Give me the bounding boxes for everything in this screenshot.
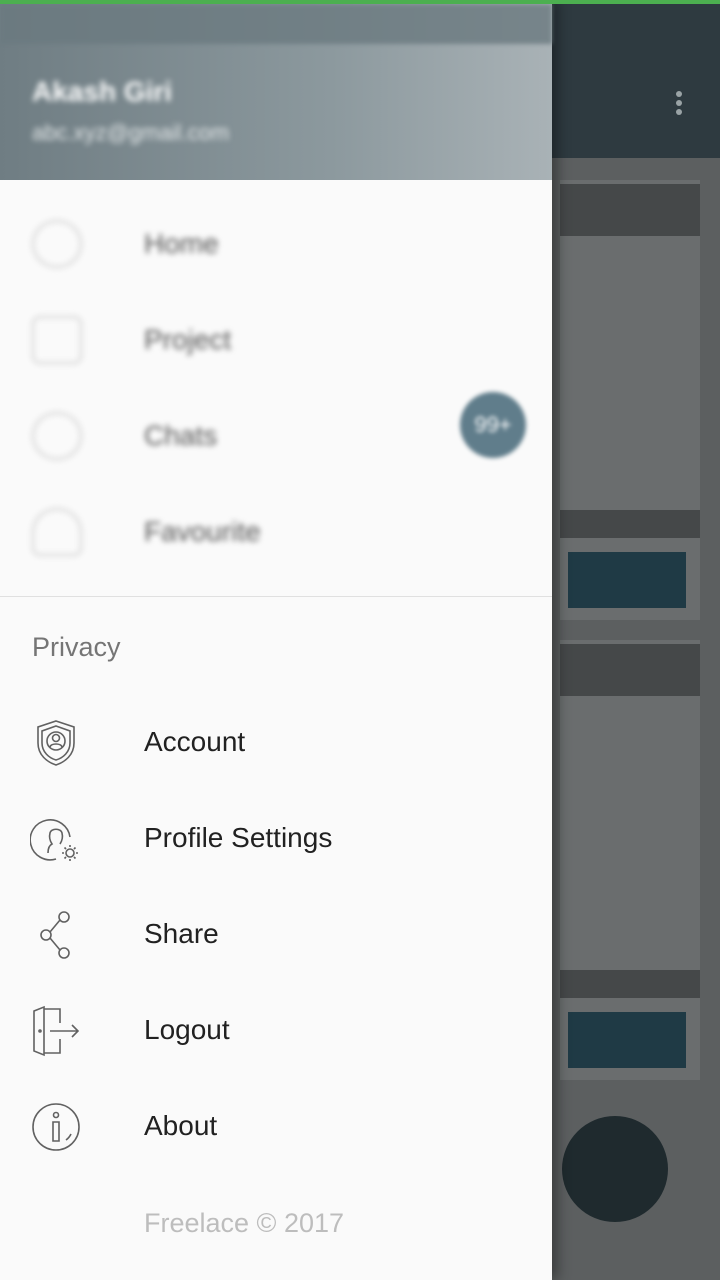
menu-item-profile-settings[interactable]: Profile Settings	[0, 791, 552, 887]
chat-count-badge: 99+	[460, 392, 526, 458]
navigation-drawer: Akash Giri abc.xyz@gmail.com Home Projec…	[0, 0, 552, 1280]
share-icon	[40, 911, 70, 959]
favourite-icon	[32, 508, 82, 556]
section-title-privacy: Privacy	[32, 632, 121, 662]
menu-item-label: Account	[144, 726, 246, 757]
menu-item-about[interactable]: About	[0, 1079, 552, 1175]
profile-settings-icon	[30, 819, 78, 861]
menu-item-share[interactable]: Share	[0, 887, 552, 983]
menu-item-label: Profile Settings	[144, 822, 333, 853]
nav-item-home[interactable]: Home	[0, 196, 552, 292]
chat-icon	[32, 412, 82, 460]
info-icon	[32, 1103, 80, 1151]
menu-item-account[interactable]: Account	[0, 695, 552, 791]
drawer-header: Akash Giri abc.xyz@gmail.com	[0, 0, 552, 180]
nav-item-favourite[interactable]: Favourite	[0, 484, 552, 580]
user-name: Akash Giri	[32, 76, 173, 107]
nav-item-label: Favourite	[144, 516, 261, 547]
primary-nav: Home Project Chats Favourite	[0, 196, 552, 580]
menu-item-label: Share	[144, 918, 219, 949]
menu-item-logout[interactable]: Logout	[0, 983, 552, 1079]
home-icon	[32, 220, 82, 268]
footer-copyright: Freelace © 2017	[144, 1208, 345, 1238]
background-card	[560, 180, 700, 620]
nav-item-label: Home	[144, 228, 219, 259]
overflow-menu-icon[interactable]	[674, 88, 684, 122]
background-fab[interactable]	[562, 1116, 668, 1222]
background-card	[560, 640, 700, 1080]
shield-user-icon	[37, 720, 75, 766]
nav-item-label: Chats	[144, 420, 218, 451]
status-accent-strip	[0, 0, 720, 4]
menu-item-label: About	[144, 1110, 218, 1141]
project-icon	[32, 316, 82, 364]
menu-item-label: Logout	[144, 1014, 230, 1045]
status-bar	[0, 4, 552, 44]
nav-item-project[interactable]: Project	[0, 292, 552, 388]
user-email: abc.xyz@gmail.com	[32, 120, 230, 145]
nav-item-label: Project	[144, 324, 232, 355]
divider	[0, 596, 552, 597]
logout-icon	[33, 1005, 80, 1057]
